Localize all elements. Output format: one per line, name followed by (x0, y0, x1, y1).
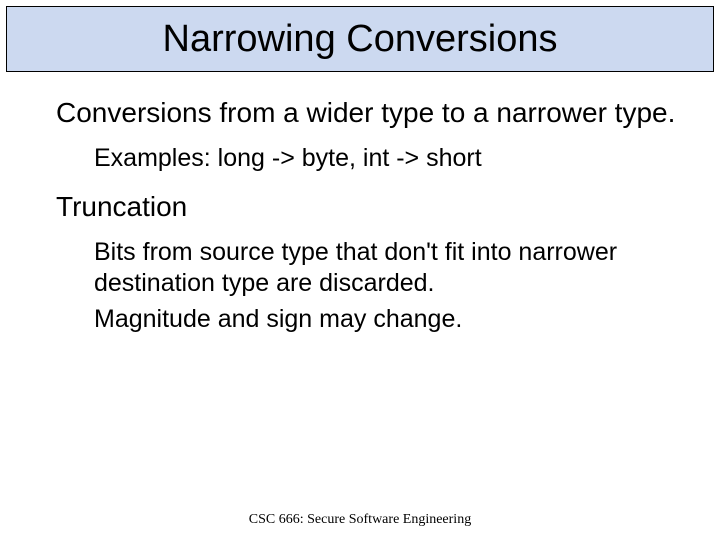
detail-text-1: Bits from source type that don't fit int… (94, 237, 676, 298)
intro-text: Conversions from a wider type to a narro… (56, 96, 676, 129)
slide-title: Narrowing Conversions (163, 18, 558, 61)
subheading: Truncation (56, 191, 676, 223)
footer-text: CSC 666: Secure Software Engineering (0, 512, 720, 528)
slide-content: Conversions from a wider type to a narro… (0, 72, 720, 335)
title-bar: Narrowing Conversions (6, 6, 714, 72)
detail-text-2: Magnitude and sign may change. (94, 304, 676, 335)
examples-text: Examples: long -> byte, int -> short (94, 143, 676, 173)
